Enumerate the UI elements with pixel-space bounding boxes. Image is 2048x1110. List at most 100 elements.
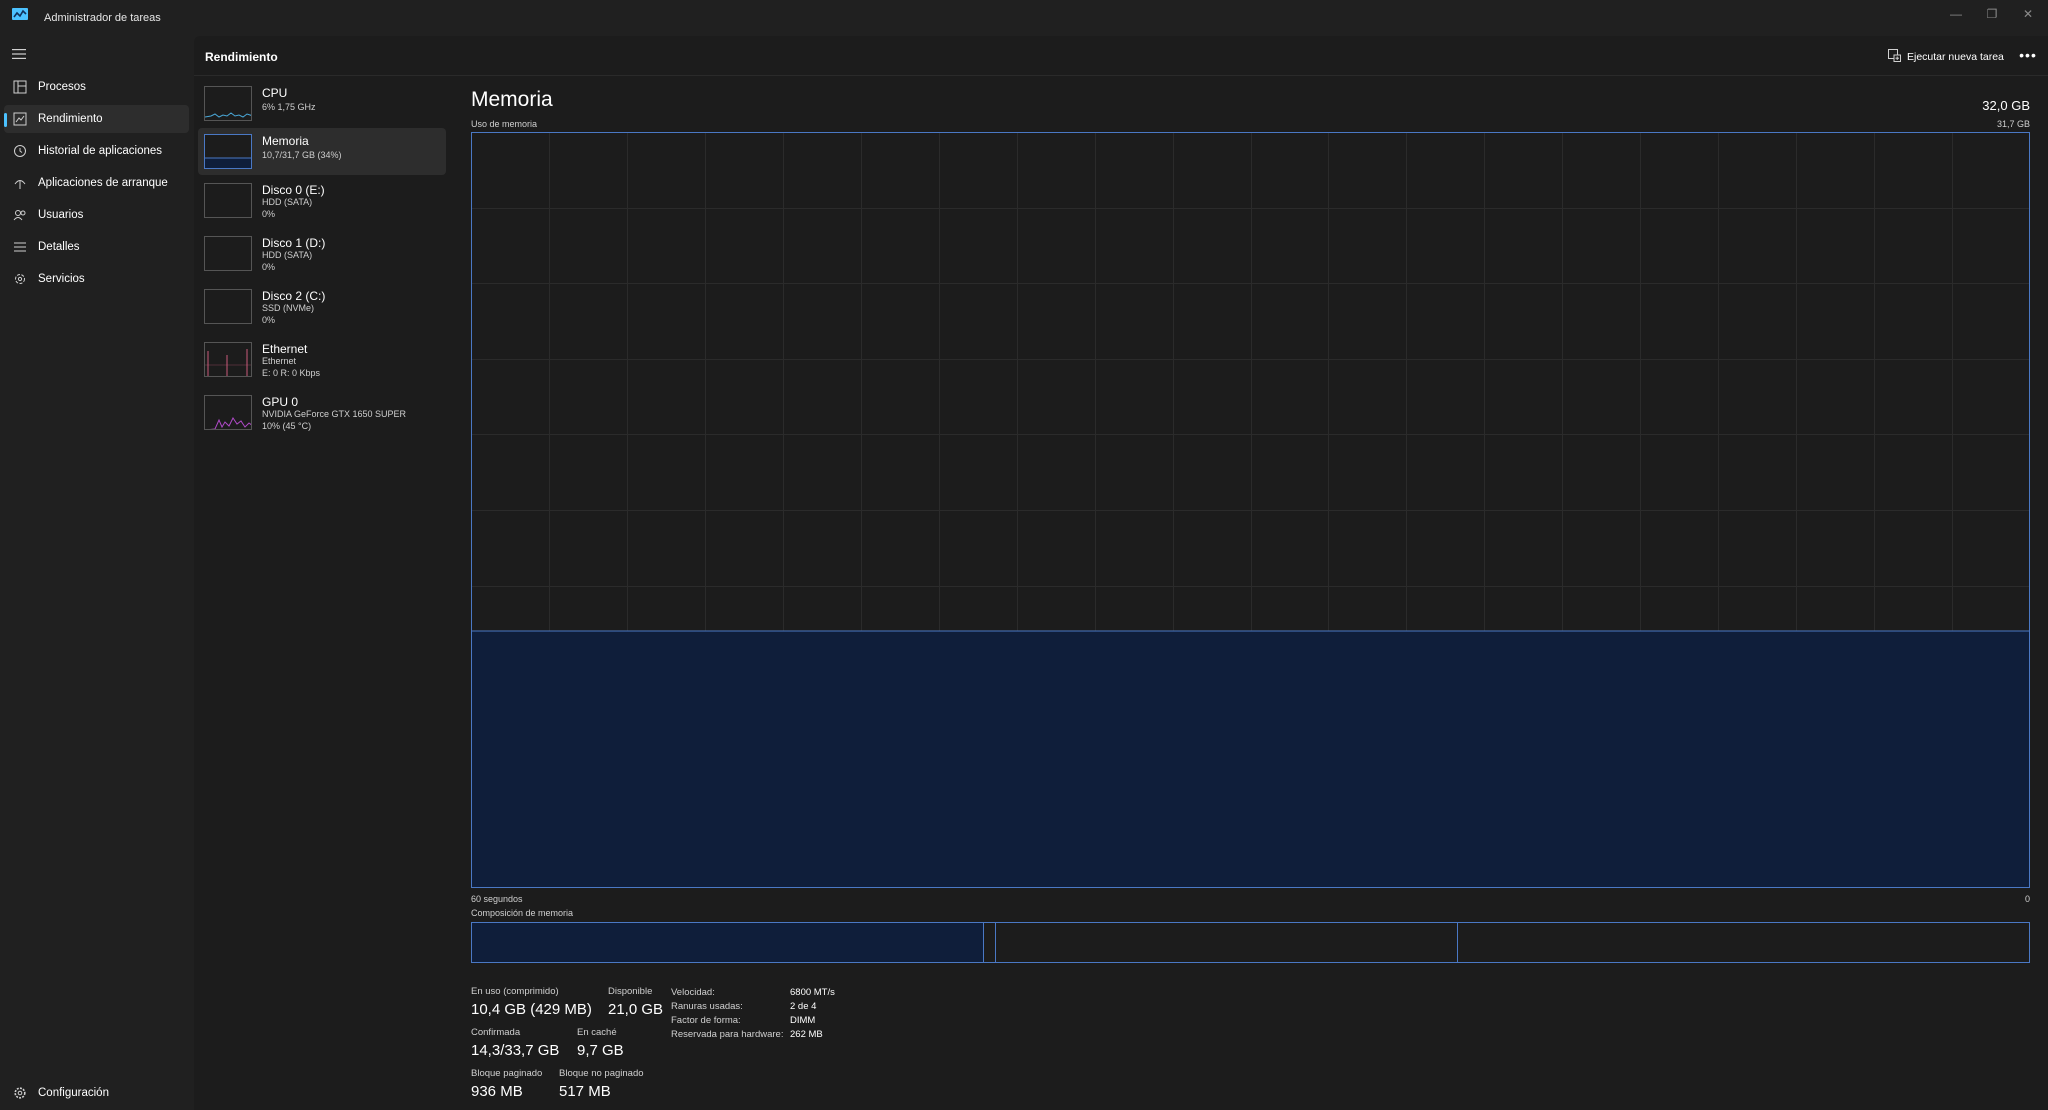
stat-value: 9,7 GB	[577, 1042, 624, 1059]
window-title: Administrador de tareas	[44, 12, 161, 24]
close-button[interactable]: ✕	[2014, 4, 2042, 24]
memory-mini-graph	[204, 134, 252, 169]
startup-icon	[14, 180, 26, 189]
graph-time-end: 0	[2024, 894, 2030, 904]
stat-nonpaged-pool: Bloque no paginado 517 MB	[559, 1068, 644, 1100]
resource-item-gpu-0[interactable]: GPU 0 NVIDIA GeForce GTX 1650 SUPER 10% …	[198, 389, 446, 436]
processes-icon	[13, 80, 27, 94]
minimize-button[interactable]: —	[1942, 4, 1970, 24]
nav-item-historial[interactable]: Historial de aplicaciones	[4, 137, 189, 165]
usage-graph-max: 31,7 GB	[1996, 119, 2030, 129]
nav-item-procesos[interactable]: Procesos	[4, 73, 189, 101]
memory-composition-bar[interactable]	[471, 922, 2030, 963]
resource-usage: 10% (45 °C)	[262, 421, 312, 431]
resource-detail: SSD (NVMe)	[262, 303, 315, 313]
resource-usage: E: 0 R: 0 Kbps	[262, 368, 321, 378]
stat-label: Bloque no paginado	[559, 1068, 644, 1079]
resource-detail: 6% 1,75 GHz	[262, 102, 316, 112]
prop-value-speed: 6800 MT/s	[790, 987, 835, 998]
gear-icon	[14, 1087, 26, 1099]
hamburger-menu-icon[interactable]	[12, 48, 26, 60]
resource-detail: HDD (SATA)	[262, 197, 313, 207]
graph-time-span: 60 segundos	[471, 894, 523, 904]
cpu-mini-graph	[204, 86, 252, 121]
nav-item-configuracion[interactable]: Configuración	[4, 1080, 189, 1106]
nav-item-arranque[interactable]: Aplicaciones de arranque	[4, 169, 189, 197]
stat-committed: Confirmada 14,3/33,7 GB	[471, 1027, 559, 1059]
prop-value-reserved: 262 MB	[790, 1029, 823, 1040]
prop-label-speed: Velocidad:	[671, 987, 715, 998]
prop-label-reserved: Reservada para hardware:	[671, 1029, 784, 1040]
memory-total: 32,0 GB	[1982, 98, 2030, 113]
resource-item-disco-0[interactable]: Disco 0 (E:) HDD (SATA) 0%	[198, 177, 446, 224]
nav-item-label: Servicios	[38, 273, 85, 285]
page-title: Rendimiento	[205, 50, 278, 64]
active-indicator	[4, 113, 7, 127]
composition-free[interactable]	[1458, 923, 2028, 962]
title-bar: Administrador de tareas — ❐ ✕	[0, 0, 2048, 36]
nav-item-usuarios[interactable]: Usuarios	[4, 201, 189, 229]
ethernet-mini-graph	[204, 342, 252, 377]
stat-paged-pool: Bloque paginado 936 MB	[471, 1068, 542, 1100]
resource-name: Ethernet	[262, 342, 308, 356]
nav-item-label: Usuarios	[38, 209, 84, 221]
navigation-pane: Procesos Rendimiento Historial de aplica…	[0, 36, 194, 1110]
composition-modified[interactable]	[984, 923, 996, 962]
resource-list: CPU 6% 1,75 GHz Memoria 10,7/31,7 GB (34…	[194, 78, 448, 1110]
resource-detail: HDD (SATA)	[262, 250, 313, 260]
nav-item-label: Procesos	[38, 81, 86, 93]
stat-value: 517 MB	[559, 1083, 611, 1100]
prop-label-slots: Ranuras usadas:	[671, 1001, 743, 1012]
stat-value: 10,4 GB (429 MB)	[471, 1001, 592, 1018]
stat-label: Confirmada	[471, 1027, 521, 1038]
resource-detail: 10,7/31,7 GB (34%)	[262, 150, 342, 160]
resource-name: GPU 0	[262, 395, 299, 409]
resource-name: Disco 1 (D:)	[262, 236, 326, 250]
prop-value-slots: 2 de 4	[790, 1001, 817, 1012]
memory-usage-graph	[471, 132, 2030, 888]
resource-usage: 0%	[262, 262, 276, 272]
resource-usage: 0%	[262, 315, 276, 325]
task-manager-app-icon	[12, 8, 28, 20]
resource-item-disco-1[interactable]: Disco 1 (D:) HDD (SATA) 0%	[198, 230, 446, 277]
resource-usage: 0%	[262, 209, 276, 219]
nav-item-rendimiento[interactable]: Rendimiento	[4, 105, 189, 133]
stat-value: 14,3/33,7 GB	[471, 1042, 560, 1059]
page-header: Rendimiento Ejecutar nueva tarea •••	[194, 36, 2048, 76]
run-task-icon	[1888, 49, 1901, 62]
stat-label: En uso (comprimido)	[471, 986, 559, 997]
prop-value-form-factor: DIMM	[790, 1015, 816, 1026]
composition-in-use[interactable]	[472, 923, 984, 962]
stat-label: Bloque paginado	[471, 1068, 543, 1079]
users-icon	[13, 210, 26, 221]
more-options-button[interactable]: •••	[2016, 46, 2040, 66]
disk-2-mini-graph	[204, 289, 252, 324]
resource-item-ethernet[interactable]: Ethernet Ethernet E: 0 R: 0 Kbps	[198, 336, 446, 383]
resource-item-cpu[interactable]: CPU 6% 1,75 GHz	[198, 80, 446, 127]
performance-icon	[13, 112, 27, 126]
usage-graph-label: Uso de memoria	[471, 119, 538, 129]
restore-button[interactable]: ❐	[1978, 4, 2006, 24]
disk-1-mini-graph	[204, 236, 252, 271]
stat-in-use: En uso (comprimido) 10,4 GB (429 MB)	[471, 986, 592, 1018]
nav-item-label: Historial de aplicaciones	[38, 145, 163, 157]
composition-standby[interactable]	[996, 923, 1458, 962]
resource-item-disco-2[interactable]: Disco 2 (C:) SSD (NVMe) 0%	[198, 283, 446, 330]
settings-label: Configuración	[38, 1087, 109, 1099]
nav-item-label: Detalles	[38, 241, 80, 253]
stat-label: En caché	[577, 1027, 617, 1038]
history-icon	[14, 145, 26, 157]
stat-value: 936 MB	[471, 1083, 523, 1100]
stat-cached: En caché 9,7 GB	[577, 1027, 624, 1059]
resource-item-memoria[interactable]: Memoria 10,7/31,7 GB (34%)	[198, 128, 446, 175]
resource-name: Memoria	[262, 134, 309, 148]
resource-name: CPU	[262, 86, 288, 100]
nav-item-label: Aplicaciones de arranque	[38, 177, 168, 189]
stat-label: Disponible	[608, 986, 653, 997]
nav-item-servicios[interactable]: Servicios	[4, 265, 189, 293]
memory-usage-area	[471, 630, 2030, 888]
gpu-mini-graph	[204, 395, 252, 430]
nav-item-detalles[interactable]: Detalles	[4, 233, 189, 261]
services-icon	[15, 274, 25, 284]
resource-detail: Ethernet	[262, 356, 297, 366]
